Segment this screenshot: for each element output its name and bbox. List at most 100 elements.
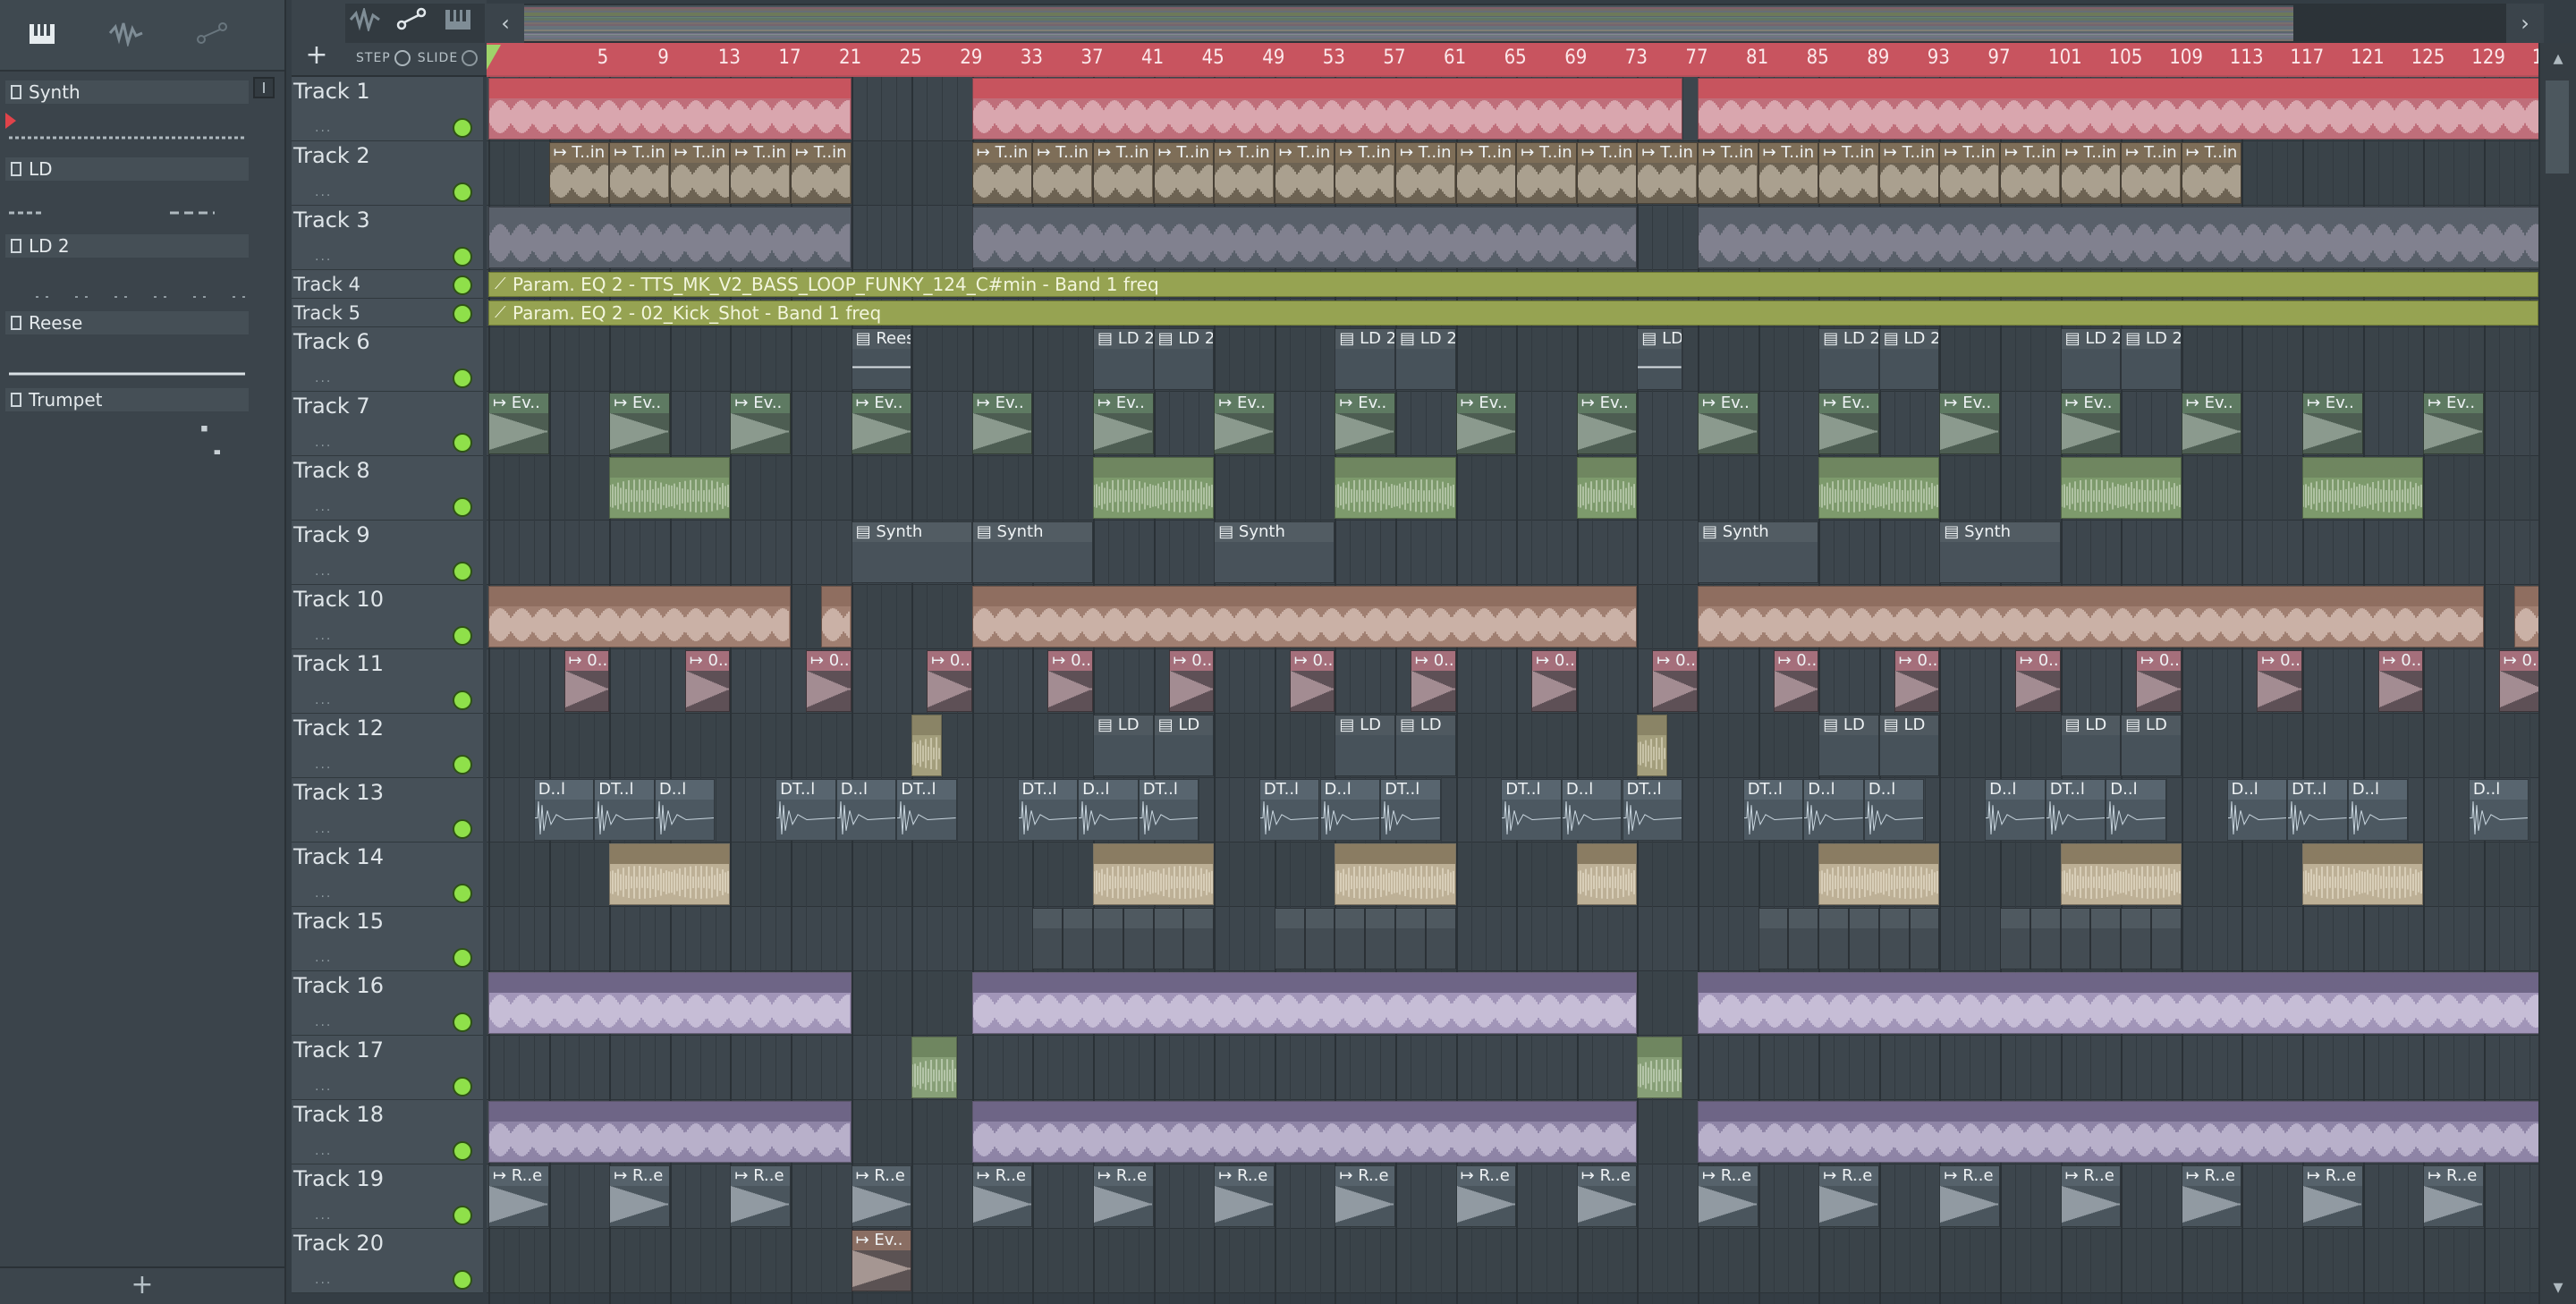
pattern-clip[interactable]: ↦ Ev..	[1818, 393, 1879, 454]
track-lane[interactable]	[487, 843, 2540, 907]
pattern-clip[interactable]: ↦ Ev..	[1214, 393, 1275, 454]
pattern-clip[interactable]	[1637, 715, 1668, 776]
vertical-scrollbar[interactable]: ▴ ▾	[2538, 43, 2576, 1304]
track-mute-led[interactable]	[453, 626, 472, 646]
pattern-clip[interactable]	[1425, 908, 1456, 970]
picker-scroll-button[interactable]	[253, 77, 275, 98]
pattern-clip[interactable]: ↦ T..in	[1576, 142, 1638, 204]
pattern-clip[interactable]: ↦ T..in	[1818, 142, 1879, 204]
pattern-clip[interactable]: ▤ LD 2	[1637, 328, 1683, 390]
pattern-clip[interactable]: DT..l	[1017, 779, 1079, 841]
pattern-clip[interactable]: ↦ T..in	[1878, 142, 1940, 204]
step-radio[interactable]	[394, 50, 411, 66]
audio-clip[interactable]	[609, 457, 731, 519]
pattern-clip[interactable]	[1365, 908, 1395, 970]
pattern-clip[interactable]	[1395, 908, 1426, 970]
pattern-clip[interactable]: ↦ 0..	[1531, 650, 1577, 712]
pattern-clip[interactable]	[820, 586, 852, 648]
pattern-clip[interactable]: ▤ LD 2	[1818, 328, 1879, 390]
pattern-clip[interactable]	[1818, 908, 1849, 970]
track-header[interactable]: Track 3...	[292, 206, 483, 270]
pattern-clip[interactable]	[2090, 908, 2122, 970]
track-mute-led[interactable]	[453, 368, 472, 388]
pattern-clip[interactable]: ↦ T..in	[791, 142, 852, 204]
pattern-clip[interactable]: ↦ 0..	[2014, 650, 2061, 712]
track-mute-led[interactable]	[453, 1141, 472, 1161]
pattern-clip[interactable]	[1576, 843, 1638, 905]
pattern-clip[interactable]: ↦ 0..	[2377, 650, 2424, 712]
pattern-clip[interactable]: D..l	[2347, 779, 2409, 841]
scroll-right-button[interactable]: ›	[2506, 4, 2544, 43]
track-mute-led[interactable]	[453, 247, 472, 267]
pattern-clip[interactable]: ↦ Ev..	[2423, 393, 2484, 454]
track-header[interactable]: Track 12...	[292, 714, 483, 778]
timeline-ruler[interactable]: 5 9 13 17 21 25 29 33 37 41 45 49 53 57 61 65 69 73 77 81 85…	[487, 43, 2566, 75]
pattern-clip[interactable]: ▤ LD	[1335, 715, 1395, 776]
pattern-clip[interactable]	[1183, 908, 1215, 970]
pattern-clip[interactable]: ▤ LD 2	[2060, 328, 2122, 390]
pattern-clip[interactable]: ↦ Ev..	[609, 393, 670, 454]
audio-clip-icon[interactable]	[345, 5, 385, 41]
track-mute-led[interactable]	[453, 497, 472, 517]
pattern-clip[interactable]: ↦ T..in	[2000, 142, 2061, 204]
pattern-clip[interactable]: ▤ Synth	[1698, 521, 1819, 583]
pattern-clip[interactable]: ↦ 0..	[1773, 650, 1819, 712]
pattern-clip[interactable]: ↦ R..e	[1698, 1165, 1758, 1227]
pattern-clip[interactable]: ↦ Ev..	[971, 393, 1033, 454]
pattern-clip[interactable]: ↦ Ev..	[851, 393, 912, 454]
audio-clip[interactable]	[1093, 457, 1215, 519]
pattern-clip[interactable]	[2151, 908, 2182, 970]
pattern-clip[interactable]: ↦ T..in	[1455, 142, 1517, 204]
pattern-clip[interactable]	[971, 972, 1638, 1034]
pattern-clip[interactable]	[2513, 586, 2540, 648]
pattern-clip[interactable]: ↦ R..e	[1818, 1165, 1879, 1227]
pattern-clip[interactable]: D..l	[1561, 779, 1623, 841]
pattern-clip[interactable]: ↦ 0..	[1652, 650, 1698, 712]
pattern-clip[interactable]	[1878, 908, 1910, 970]
track-mute-led[interactable]	[453, 1206, 472, 1225]
pattern-clip[interactable]	[488, 972, 852, 1034]
pattern-clip[interactable]: ↦ Ev..	[1335, 393, 1395, 454]
pattern-clip[interactable]	[1788, 908, 1819, 970]
track-mute-led[interactable]	[453, 1012, 472, 1032]
playlist-grid[interactable]: ↦ T..in ↦ T..in ↦ T..in ↦ T..in ↦ T..in ↦ T..…	[487, 77, 2540, 1304]
pattern-clip[interactable]: ▤ LD	[1818, 715, 1879, 776]
pattern-clip[interactable]: ↦ Ev..	[488, 393, 549, 454]
pattern-clip[interactable]: ↦ T..in	[669, 142, 731, 204]
pattern-clip[interactable]: D..l	[2468, 779, 2529, 841]
pattern-clip[interactable]: ↦ Ev..	[730, 393, 791, 454]
pattern-clip[interactable]	[1849, 908, 1879, 970]
pattern-clip[interactable]: ↦ T..in	[1335, 142, 1395, 204]
track-header[interactable]: Track 13...	[292, 778, 483, 843]
track-mute-led[interactable]	[453, 884, 472, 903]
pattern-clip[interactable]: DT..l	[1742, 779, 1804, 841]
track-header[interactable]: Track 17...	[292, 1036, 483, 1100]
pattern-clip[interactable]: DT..l	[2045, 779, 2106, 841]
automation-clip[interactable]: Param. EQ 2 - 02_Kick_Shot - Band 1 freq	[488, 301, 2538, 326]
pattern-clip[interactable]: ↦ T..in	[1758, 142, 1819, 204]
pattern-clip[interactable]	[971, 586, 1638, 648]
audio-clip[interactable]	[488, 78, 852, 140]
pattern-clip[interactable]: ↦ Ev..	[1576, 393, 1638, 454]
pattern-clip[interactable]	[1304, 908, 1335, 970]
pattern-clip[interactable]: D..l	[1319, 779, 1381, 841]
pattern-clip[interactable]: ↦ T..in	[1939, 142, 2000, 204]
pattern-clip[interactable]: ▤ Reese	[851, 328, 912, 390]
pattern-item-ld-2[interactable]: LD 2	[5, 231, 249, 308]
scroll-left-button[interactable]: ‹	[487, 4, 524, 43]
add-track-button[interactable]: +	[292, 36, 342, 75]
pattern-clip[interactable]: ↦ 0..	[1047, 650, 1093, 712]
pattern-clip[interactable]	[488, 586, 791, 648]
track-lane[interactable]	[487, 327, 2540, 392]
pattern-clip[interactable]: ↦ T..in	[1214, 142, 1275, 204]
track-mute-led[interactable]	[453, 182, 472, 202]
pattern-clip[interactable]: ▤ LD 2	[1153, 328, 1215, 390]
pattern-clip[interactable]	[2060, 843, 2182, 905]
track-mute-led[interactable]	[453, 690, 472, 710]
track-header[interactable]: Track 1...	[292, 77, 483, 141]
pattern-clip[interactable]	[2029, 908, 2061, 970]
pattern-clip[interactable]: ↦ Ev..	[2181, 393, 2242, 454]
pattern-clip[interactable]: ↦ Ev..	[1698, 393, 1758, 454]
pattern-clip[interactable]: ↦ T..in	[548, 142, 610, 204]
pattern-clip[interactable]: ↦ T..in	[1274, 142, 1335, 204]
